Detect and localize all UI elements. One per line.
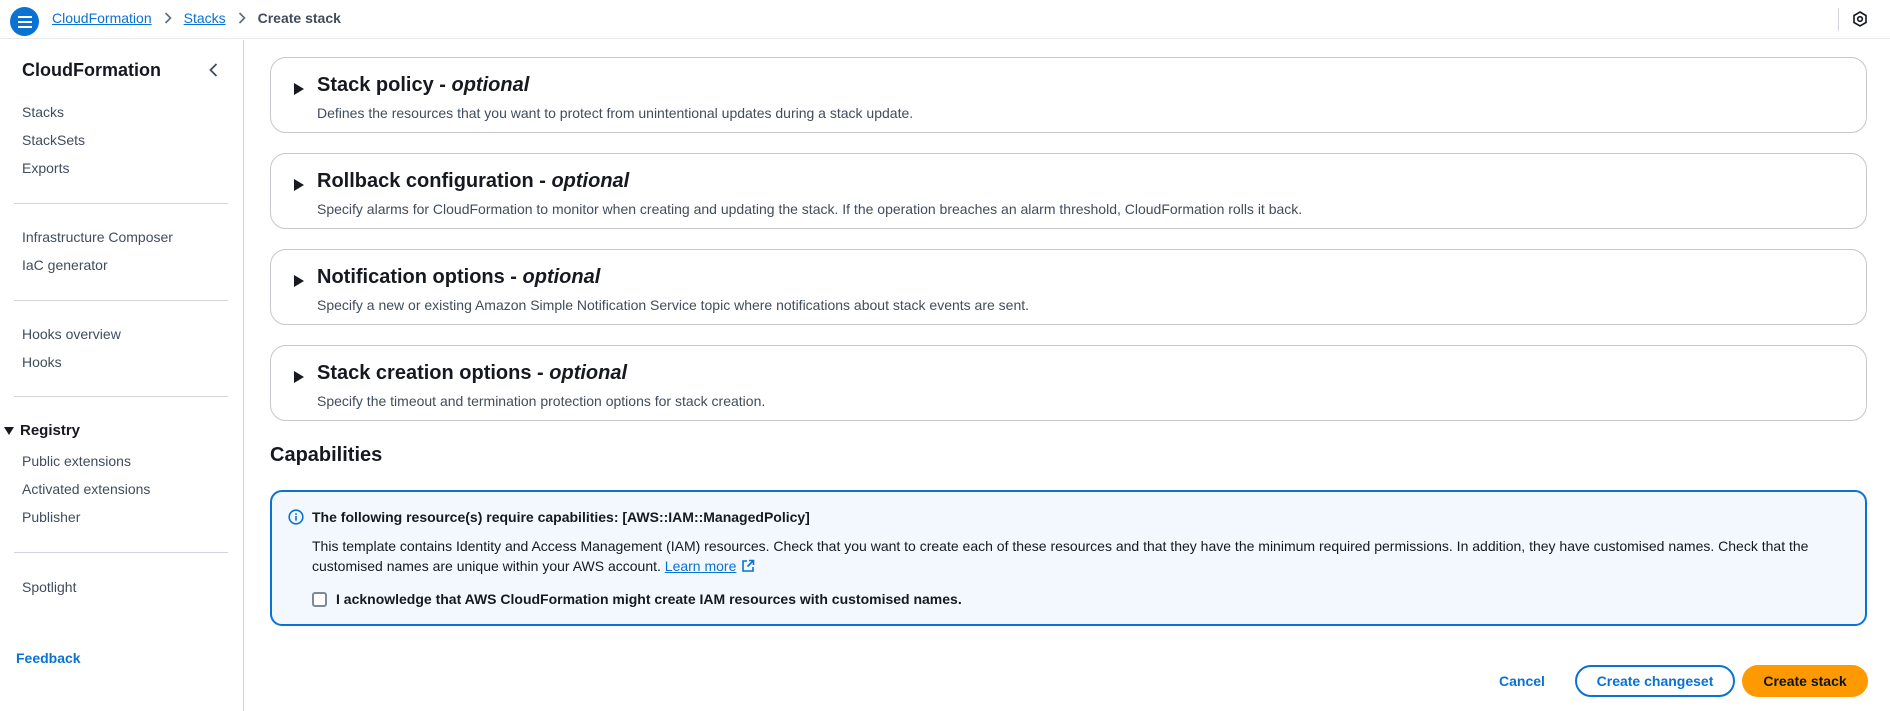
chevron-right-icon [238,12,246,24]
sidebar-divider [14,396,228,397]
acknowledge-checkbox-label[interactable]: I acknowledge that AWS CloudFormation mi… [336,591,962,607]
chevron-right-icon [164,12,172,24]
stack-creation-options-panel: Stack creation options - optional Specif… [270,345,1867,421]
sidebar-divider [14,203,228,204]
sidebar-item-stacksets[interactable]: StackSets [22,132,85,148]
capabilities-heading: Capabilities [270,444,383,466]
caret-right-icon[interactable] [293,82,305,96]
info-circle-icon [288,509,304,525]
create-changeset-button[interactable]: Create changeset [1575,665,1735,697]
alert-heading: The following resource(s) require capabi… [312,509,810,525]
hexagon-settings-icon [1853,11,1867,27]
breadcrumb-stacks[interactable]: Stacks [184,10,226,26]
learn-more-link[interactable]: Learn more [665,558,737,574]
sidebar-item-hooks[interactable]: Hooks [22,354,62,370]
top-navigation-bar: CloudFormation Stacks Create stack [0,0,1890,39]
caret-right-icon[interactable] [293,370,305,384]
panel-title[interactable]: Stack creation options - optional [317,362,627,385]
sidebar-item-exports[interactable]: Exports [22,160,69,176]
sidebar-divider [14,300,228,301]
collapse-sidebar-button[interactable] [206,62,222,78]
breadcrumb: CloudFormation Stacks Create stack [52,10,341,26]
panel-description: Specify a new or existing Amazon Simple … [317,297,1030,313]
sidebar-item-hooks-overview[interactable]: Hooks overview [22,326,121,342]
feedback-link[interactable]: Feedback [16,650,81,666]
sidebar-title[interactable]: CloudFormation [22,60,161,81]
capabilities-info-alert: The following resource(s) require capabi… [270,490,1867,626]
cancel-button[interactable]: Cancel [1490,665,1554,697]
sidebar-item-publisher[interactable]: Publisher [22,509,80,525]
sidebar-item-activated-extensions[interactable]: Activated extensions [22,481,150,497]
side-navigation: CloudFormation Stacks StackSets Exports … [0,40,244,711]
settings-button[interactable] [1850,9,1870,29]
panel-description: Defines the resources that you want to p… [317,105,914,121]
panel-description: Specify the timeout and termination prot… [317,393,766,409]
menu-button[interactable] [10,7,39,36]
sidebar-divider [14,552,228,553]
sidebar-item-spotlight[interactable]: Spotlight [22,579,76,595]
caret-right-icon[interactable] [293,178,305,192]
rollback-configuration-panel: Rollback configuration - optional Specif… [270,153,1867,229]
panel-description: Specify alarms for CloudFormation to mon… [317,201,1303,217]
external-link-icon[interactable] [741,559,755,573]
stack-policy-panel: Stack policy - optional Defines the reso… [270,57,1867,133]
panel-title[interactable]: Notification options - optional [317,266,600,289]
panel-title[interactable]: Stack policy - optional [317,74,529,97]
acknowledge-checkbox[interactable] [312,592,327,607]
header-divider [1838,8,1839,31]
alert-body-text: This template contains Identity and Acce… [312,538,1809,574]
alert-body: This template contains Identity and Acce… [312,536,1852,576]
sidebar-item-infrastructure-composer[interactable]: Infrastructure Composer [22,229,173,245]
sidebar-item-iac-generator[interactable]: IaC generator [22,257,108,273]
caret-right-icon[interactable] [293,274,305,288]
hamburger-icon [17,15,32,28]
caret-down-icon [4,426,14,435]
sidebar-group-registry[interactable]: Registry [4,422,80,439]
create-stack-button[interactable]: Create stack [1742,665,1868,697]
sidebar-item-stacks[interactable]: Stacks [22,104,64,120]
breadcrumb-cloudformation[interactable]: CloudFormation [52,10,152,26]
chevron-left-icon [209,63,218,77]
sidebar-item-public-extensions[interactable]: Public extensions [22,453,131,469]
notification-options-panel: Notification options - optional Specify … [270,249,1867,325]
breadcrumb-current: Create stack [257,10,341,26]
sidebar-group-label: Registry [20,422,81,439]
panel-title[interactable]: Rollback configuration - optional [317,170,629,193]
